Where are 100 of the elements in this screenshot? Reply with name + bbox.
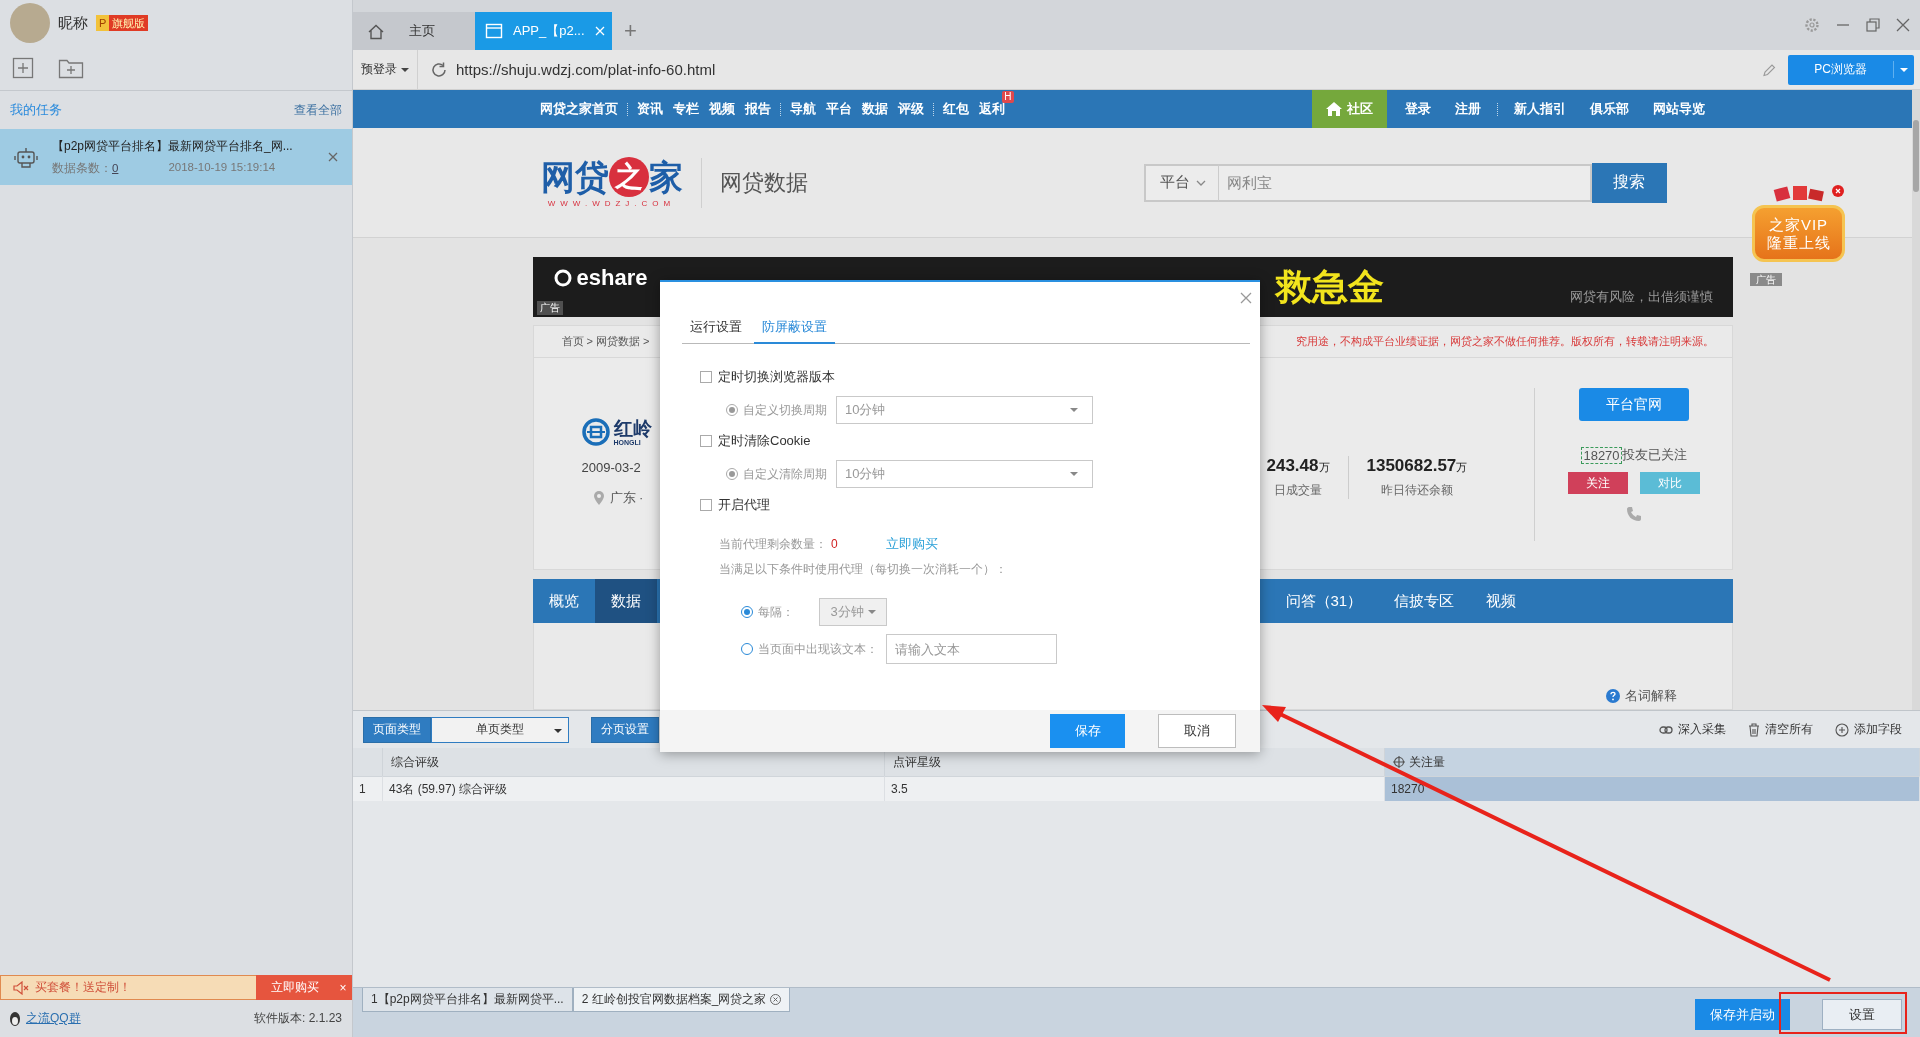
- pagination-button[interactable]: 分页设置: [591, 716, 659, 743]
- nav-link[interactable]: 平台: [820, 100, 857, 118]
- checkbox[interactable]: [700, 435, 712, 447]
- search-field[interactable]: 网利宝: [1218, 163, 1592, 202]
- settings-icon[interactable]: [1804, 17, 1820, 33]
- login-dropdown[interactable]: 预登录: [353, 50, 418, 89]
- target-icon: [1393, 756, 1405, 768]
- nav-link[interactable]: 俱乐部: [1577, 100, 1641, 118]
- save-button[interactable]: 保存: [1050, 714, 1125, 748]
- settings-button[interactable]: 设置: [1822, 999, 1902, 1030]
- nav-link[interactable]: 评级: [892, 100, 929, 118]
- nav-link[interactable]: 数据: [856, 100, 893, 118]
- question-icon: [1605, 689, 1620, 703]
- nav-link[interactable]: 导航: [784, 100, 821, 118]
- nav-link[interactable]: 视频: [703, 100, 740, 118]
- dialog-tab[interactable]: 防屏蔽设置: [754, 318, 835, 344]
- close-circle-icon[interactable]: [770, 994, 782, 1005]
- nav-link[interactable]: 新人指引: [1501, 100, 1578, 118]
- nav-link[interactable]: 专栏: [667, 100, 704, 118]
- nav-link[interactable]: 登录: [1392, 100, 1443, 118]
- dialog-tab[interactable]: 运行设置: [682, 318, 750, 344]
- view-all-link[interactable]: 查看全部: [294, 101, 342, 119]
- toolbar-button[interactable]: 添加字段: [1835, 721, 1902, 738]
- page-tab[interactable]: 信披专区: [1378, 579, 1471, 623]
- follow-button[interactable]: 关注: [1568, 472, 1628, 494]
- checkbox[interactable]: [700, 499, 712, 511]
- nav-link[interactable]: 注册: [1442, 100, 1493, 118]
- page-tab[interactable]: 问答（31）: [1269, 579, 1379, 623]
- option-label: 定时清除Cookie: [718, 432, 811, 450]
- row-number: 1: [353, 776, 383, 801]
- add-folder-icon[interactable]: [58, 57, 84, 79]
- community-tab[interactable]: 社区: [1311, 90, 1387, 128]
- url-field[interactable]: https://shuju.wdzj.com/plat-info-60.html: [456, 61, 716, 78]
- search-button[interactable]: 搜索: [1591, 162, 1667, 203]
- column-header[interactable]: 关注量: [1385, 748, 1920, 776]
- nav-link[interactable]: 网站导览: [1640, 100, 1717, 118]
- task-tab[interactable]: 1【p2p网贷平台排名】最新网贷平...: [362, 988, 573, 1012]
- stat-value: 243.48万: [1266, 456, 1330, 476]
- launch-date: 2009-03-2: [581, 460, 642, 475]
- scope-dropdown[interactable]: 平台: [1143, 163, 1219, 202]
- scrollbar[interactable]: [1912, 90, 1920, 710]
- official-site-button[interactable]: 平台官网: [1579, 388, 1689, 421]
- task-tab[interactable]: 2 红岭创投官网数据档案_网贷之家: [572, 988, 791, 1012]
- new-tab-button[interactable]: +: [612, 12, 649, 50]
- section-title: 网贷数据: [719, 168, 808, 197]
- toolbar-button[interactable]: 深入采集: [1659, 721, 1726, 738]
- caret-icon: [1900, 67, 1908, 72]
- close-icon[interactable]: [1240, 292, 1252, 304]
- option-label: 每隔：: [758, 603, 795, 621]
- page-tab[interactable]: 视频: [1470, 579, 1533, 623]
- task-title: 【p2p网贷平台排名】最新网贷平台排名_网...: [52, 138, 294, 155]
- page-tab[interactable]: 数据: [594, 579, 657, 623]
- browser-tab[interactable]: 主页: [353, 12, 475, 50]
- table-cell: 3.5: [885, 776, 1385, 801]
- save-start-button[interactable]: 保存并启动: [1695, 999, 1790, 1030]
- task-item[interactable]: 【p2p网贷平台排名】最新网贷平台排名_网... 数据条数：0 2018-10-19 15:19:14: [0, 129, 352, 185]
- stat-label: 日成交量: [1274, 482, 1322, 499]
- interval-dropdown[interactable]: 3分钟: [819, 598, 887, 626]
- close-icon[interactable]: [1832, 185, 1844, 197]
- page-tab[interactable]: 概览: [532, 579, 595, 623]
- column-header[interactable]: 综合评级: [383, 748, 885, 776]
- option-label: 定时切换浏览器版本: [718, 368, 835, 386]
- proxy-count: 0: [831, 537, 838, 551]
- browser-tab[interactable]: APP_【p2...: [475, 12, 612, 50]
- toolbar-button[interactable]: 清空所有: [1748, 721, 1813, 738]
- nav-link[interactable]: 报告: [739, 100, 776, 118]
- banner-notice: 网贷有风险，出借须谨慎: [1569, 287, 1713, 306]
- nav-link[interactable]: 网贷之家首页: [534, 100, 623, 118]
- page-type-button[interactable]: 页面类型: [363, 716, 431, 743]
- ad-label: 广告: [536, 301, 563, 315]
- browser-mode-button[interactable]: PC浏览器: [1788, 54, 1914, 85]
- qq-group-link[interactable]: 之流QQ群: [26, 1010, 81, 1027]
- phone-icon[interactable]: [1626, 506, 1642, 522]
- region-text: 广东 ·: [609, 489, 644, 507]
- refresh-icon[interactable]: [430, 60, 448, 79]
- text-input[interactable]: 请输入文本: [886, 634, 1057, 664]
- buy-button[interactable]: 立即购买: [256, 975, 334, 1000]
- close-button[interactable]: ×: [334, 975, 352, 1000]
- glossary-link[interactable]: 名词解释: [1605, 687, 1677, 705]
- close-icon[interactable]: [328, 152, 338, 162]
- follower-label: 投友已关注: [1621, 446, 1687, 464]
- vip-ad[interactable]: 之家VIP 隆重上线: [1752, 205, 1845, 262]
- caret-icon: [1070, 472, 1078, 476]
- stat-value: 1350682.57万: [1366, 456, 1468, 476]
- pencil-icon[interactable]: [1762, 62, 1776, 77]
- location-pin-icon: [593, 491, 604, 505]
- add-file-icon[interactable]: [12, 57, 34, 79]
- caret-icon: [867, 610, 876, 614]
- close-icon[interactable]: [1896, 18, 1910, 32]
- site-logo: 网贷 之 家: [540, 157, 683, 197]
- cancel-button[interactable]: 取消: [1158, 714, 1236, 748]
- restore-icon[interactable]: [1866, 18, 1880, 32]
- speaker-icon: [13, 980, 29, 995]
- buy-link[interactable]: 立即购买: [885, 535, 938, 553]
- nav-link[interactable]: 返利: [973, 100, 1010, 118]
- nav-link[interactable]: 资讯: [631, 100, 668, 118]
- checkbox[interactable]: [700, 371, 712, 383]
- page-type-dropdown[interactable]: 单页类型: [431, 716, 569, 743]
- option-label: 自定义清除周期: [743, 465, 828, 483]
- nav-link[interactable]: 红包: [937, 100, 974, 118]
